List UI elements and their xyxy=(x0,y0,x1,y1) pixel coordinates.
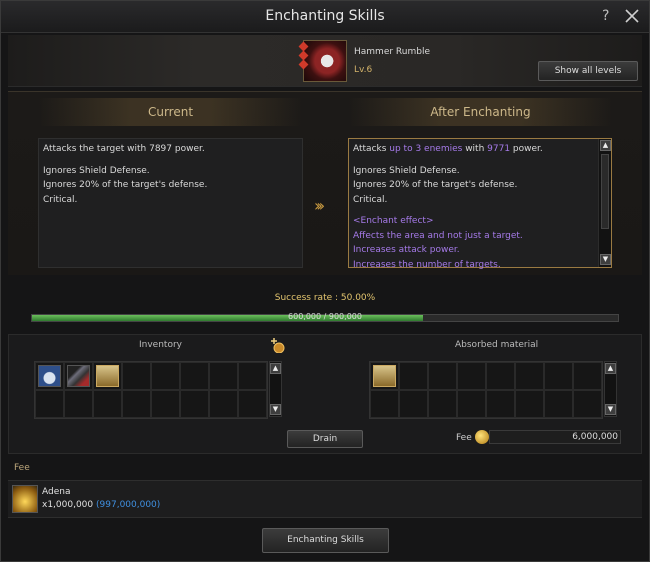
close-icon[interactable] xyxy=(623,5,641,25)
after-description: Attacks up to 3 enemies with 9771 power.… xyxy=(348,138,612,270)
inventory-slot[interactable] xyxy=(370,362,399,390)
fee-label: Fee xyxy=(456,433,472,443)
scroll-up-icon[interactable]: ▲ xyxy=(605,363,616,374)
enchant-effect-area: Affects the area and not just a target. xyxy=(353,230,523,241)
scroll-up-icon[interactable]: ▲ xyxy=(270,363,281,374)
current-header: Current xyxy=(38,98,303,126)
current-description: Attacks the target with 7897 power. Igno… xyxy=(38,138,303,268)
inventory-slot[interactable] xyxy=(35,362,64,390)
enchanting-skills-button[interactable]: Enchanting Skills xyxy=(262,528,389,553)
inventory-slot[interactable] xyxy=(428,390,457,418)
inventory-slot[interactable] xyxy=(93,362,122,390)
enchanting-skills-window: Enchanting Skills ? Hammer Rumble Lv.6 S… xyxy=(0,0,650,562)
inventory-slot[interactable] xyxy=(180,362,209,390)
inventory-slot[interactable] xyxy=(573,362,602,390)
scroll-down-icon[interactable]: ▼ xyxy=(600,254,611,265)
help-button[interactable]: ? xyxy=(602,8,609,24)
currency-name: Adena xyxy=(42,487,71,497)
inventory-scrollbar[interactable]: ▲ ▼ xyxy=(269,361,282,417)
inventory-slot[interactable] xyxy=(399,390,428,418)
after-line-defense: Ignores 20% of the target's defense. xyxy=(353,180,518,190)
inventory-slot[interactable] xyxy=(399,362,428,390)
scroll-down-icon[interactable]: ▼ xyxy=(605,404,616,415)
inventory-slot[interactable] xyxy=(428,362,457,390)
hammer-rumble-skill-icon xyxy=(303,40,347,82)
fee-value: 6,000,000 xyxy=(489,430,621,444)
absorbed-scrollbar[interactable]: ▲ ▼ xyxy=(604,361,617,417)
inventory-slot[interactable] xyxy=(122,362,151,390)
inventory-slot[interactable] xyxy=(486,390,515,418)
chest-icon[interactable] xyxy=(96,365,119,387)
inventory-slot[interactable] xyxy=(515,390,544,418)
current-line-defense: Ignores 20% of the target's defense. xyxy=(43,180,208,190)
enchant-stars-icon xyxy=(298,41,309,70)
chest-icon[interactable] xyxy=(373,365,396,387)
currency-owned: (997,000,000) xyxy=(96,500,161,510)
after-line-critical: Critical. xyxy=(353,194,388,205)
inventory-slot[interactable] xyxy=(238,390,267,418)
current-line-critical: Critical. xyxy=(43,194,78,205)
inventory-slot[interactable] xyxy=(93,390,122,418)
inventory-slot[interactable] xyxy=(64,390,93,418)
skill-name: Hammer Rumble xyxy=(354,47,430,57)
current-line-power: Attacks the target with 7897 power. xyxy=(43,144,205,154)
enchant-effect-targets: Increases the number of targets. xyxy=(353,259,501,270)
after-enchanting-header: After Enchanting xyxy=(348,98,613,126)
skill-header: Hammer Rumble Lv.6 Show all levels xyxy=(8,35,642,87)
success-rate: Success rate : 50.00% xyxy=(274,293,376,303)
inventory-slot[interactable] xyxy=(370,390,399,418)
inventory-slot[interactable] xyxy=(486,362,515,390)
auto-add-icon[interactable] xyxy=(269,337,285,353)
scroll-thumb[interactable] xyxy=(601,154,609,229)
inventory-slot[interactable] xyxy=(64,362,93,390)
window-title: Enchanting Skills xyxy=(265,8,385,24)
inventory-slot[interactable] xyxy=(515,362,544,390)
inventory-slot[interactable] xyxy=(209,390,238,418)
bag-icon[interactable] xyxy=(38,365,61,387)
description-scrollbar[interactable]: ▲ ▼ xyxy=(598,139,611,267)
inventory-slot[interactable] xyxy=(573,390,602,418)
show-all-levels-button[interactable]: Show all levels xyxy=(538,61,638,81)
inventory-slot[interactable] xyxy=(238,362,267,390)
adena-icon xyxy=(12,485,38,513)
inventory-slot[interactable] xyxy=(457,362,486,390)
scroll-up-icon[interactable]: ▲ xyxy=(600,140,611,151)
inventory-label: Inventory xyxy=(139,340,182,350)
fee-section-label: Fee xyxy=(14,463,30,473)
title-bar[interactable]: Enchanting Skills ? xyxy=(1,1,649,33)
currency-quantity: x1,000,000 (997,000,000) xyxy=(42,500,161,510)
inventory-slot[interactable] xyxy=(457,390,486,418)
inventory-slot[interactable] xyxy=(151,390,180,418)
inventory-slot[interactable] xyxy=(209,362,238,390)
fee-currency-row: Adena x1,000,000 (997,000,000) xyxy=(8,480,642,518)
inventory-slot[interactable] xyxy=(544,362,573,390)
scroll-down-icon[interactable]: ▼ xyxy=(270,404,281,415)
current-line-shield: Ignores Shield Defense. xyxy=(43,165,150,176)
inventory-slot[interactable] xyxy=(122,390,151,418)
scroll-icon[interactable] xyxy=(67,365,90,387)
inventory-slot[interactable] xyxy=(544,390,573,418)
enchant-effect-title: <Enchant effect> xyxy=(353,216,434,226)
absorbed-material-grid xyxy=(369,361,603,419)
inventory-slot[interactable] xyxy=(35,390,64,418)
inventory-slot[interactable] xyxy=(180,390,209,418)
enchant-comparison-panel: Current After Enchanting Attacks the tar… xyxy=(8,91,642,275)
enchant-effect-attack: Increases attack power. xyxy=(353,245,460,255)
exp-progress-text: 600,000 / 900,000 xyxy=(288,312,362,321)
skill-level: Lv.6 xyxy=(354,65,373,75)
absorbed-material-label: Absorbed material xyxy=(455,340,539,350)
after-line-shield: Ignores Shield Defense. xyxy=(353,165,460,176)
drain-button[interactable]: Drain xyxy=(287,430,363,448)
inventory-slot[interactable] xyxy=(151,362,180,390)
inventory-grid xyxy=(34,361,268,419)
after-line-power: Attacks up to 3 enemies with 9771 power. xyxy=(353,144,543,154)
enchant-arrows-icon: ››› xyxy=(314,196,325,215)
adena-coin-icon xyxy=(475,430,489,444)
